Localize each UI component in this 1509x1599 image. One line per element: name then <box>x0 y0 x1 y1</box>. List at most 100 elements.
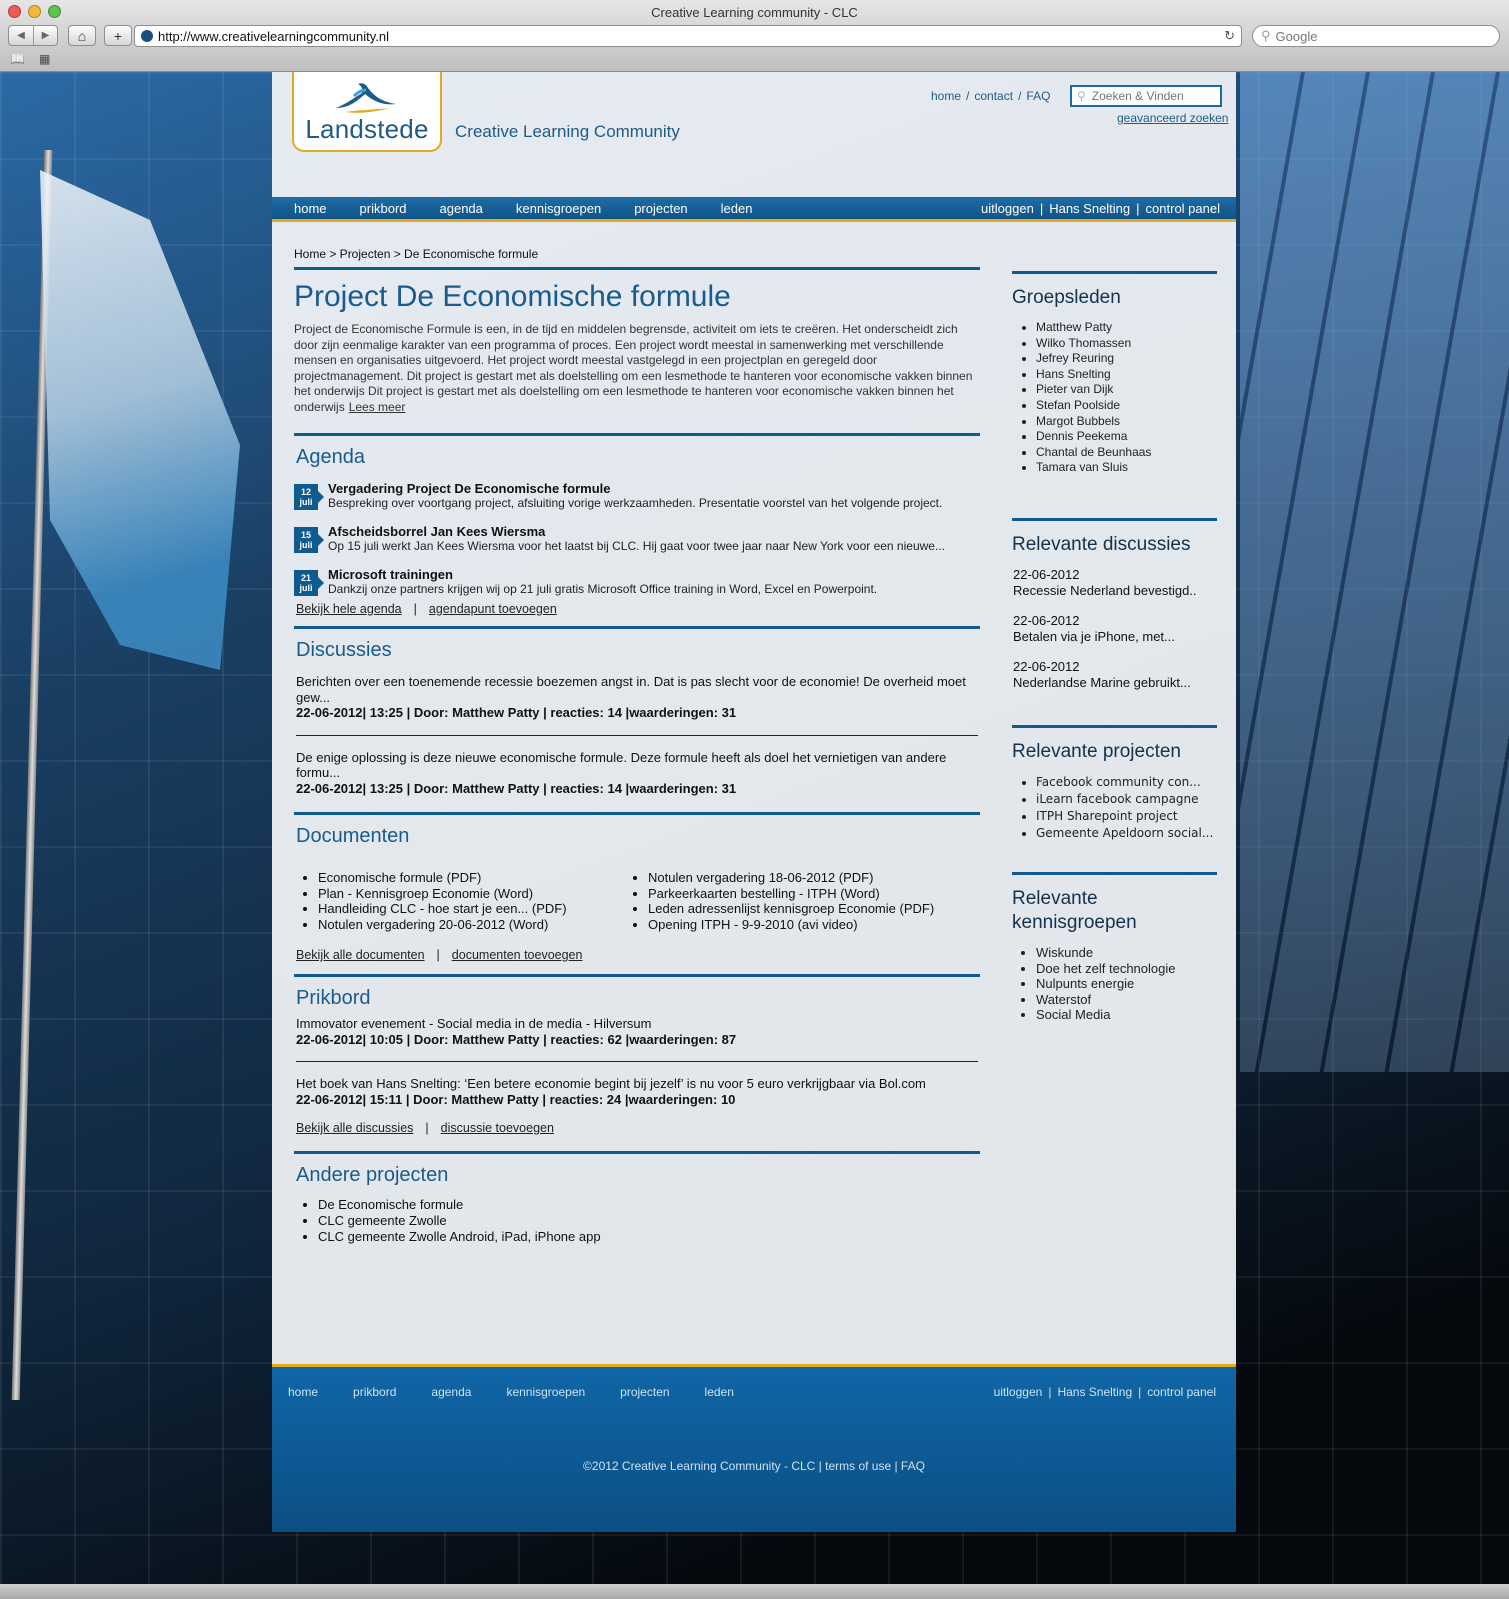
home-icon[interactable]: ⌂ <box>68 25 96 46</box>
calendar-icon: 12 juli <box>294 484 324 510</box>
add-discussion-link[interactable]: discussie toevoegen <box>441 1121 554 1135</box>
other-projects-heading: Andere projecten <box>296 1164 449 1186</box>
knowledge-group-link[interactable]: Waterstof <box>1036 992 1217 1008</box>
footer-control-panel-link[interactable]: control panel <box>1147 1385 1216 1399</box>
footer-user-profile-link[interactable]: Hans Snelting <box>1057 1385 1132 1399</box>
toplink-contact[interactable]: contact <box>974 89 1013 103</box>
nav-item-prikbord[interactable]: prikbord <box>360 201 407 216</box>
relevant-project-link[interactable]: Gemeente Apeldoorn social... <box>1036 825 1217 842</box>
project-link[interactable]: De Economische formule <box>318 1197 978 1213</box>
prikbord-item[interactable]: Immovator evenement - Social media in de… <box>296 1016 978 1047</box>
nav-item-projecten[interactable]: projecten <box>634 201 687 216</box>
member-link[interactable]: Wilko Thomassen <box>1036 336 1217 352</box>
agenda-heading: Agenda <box>296 446 365 468</box>
footer-nav-projecten[interactable]: projecten <box>620 1385 669 1399</box>
member-link[interactable]: Margot Bubbels <box>1036 414 1217 430</box>
footer-nav-home[interactable]: home <box>288 1385 318 1399</box>
relevant-discussion[interactable]: 22-06-2012 Nederlandse Marine gebruikt..… <box>1013 659 1217 691</box>
relevant-discussion[interactable]: 22-06-2012 Recessie Nederland bevestigd.… <box>1013 567 1217 599</box>
footer-nav-prikbord[interactable]: prikbord <box>353 1385 396 1399</box>
landstede-logo[interactable]: Landstede <box>292 72 442 152</box>
agenda-item[interactable]: 12 juli Vergadering Project De Economisch… <box>294 481 980 510</box>
member-link[interactable]: Tamara van Sluis <box>1036 460 1217 476</box>
project-link[interactable]: CLC gemeente Zwolle Android, iPad, iPhon… <box>318 1229 978 1245</box>
reload-icon[interactable]: ↻ <box>1224 28 1235 44</box>
document-link[interactable]: Parkeerkaarten bestelling - ITPH (Word) <box>648 886 956 902</box>
document-link[interactable]: Leden adressenlijst kennisgroep Economie… <box>648 901 956 917</box>
nav-item-leden[interactable]: leden <box>721 201 753 216</box>
document-link[interactable]: Opening ITPH - 9-9-2010 (avi video) <box>648 917 956 933</box>
add-documents-link[interactable]: documenten toevoegen <box>452 948 583 962</box>
view-agenda-link[interactable]: Bekijk hele agenda <box>296 602 402 616</box>
knowledge-group-link[interactable]: Nulpunts energie <box>1036 976 1217 992</box>
document-link[interactable]: Handleiding CLC - hoe start je een... (P… <box>318 901 626 917</box>
logout-link[interactable]: uitloggen <box>981 201 1034 216</box>
discussion-item[interactable]: Berichten over een toenemende recessie b… <box>296 674 978 721</box>
user-profile-link[interactable]: Hans Snelting <box>1049 201 1130 216</box>
relevant-project-link[interactable]: iLearn facebook campagne <box>1036 791 1217 808</box>
knowledge-group-link[interactable]: Doe het zelf technologie <box>1036 961 1217 977</box>
reading-list-icon[interactable]: 📖 <box>10 52 25 66</box>
address-bar[interactable]: http://www.creativelearningcommunity.nl … <box>134 25 1242 47</box>
prikbord-item[interactable]: Het boek van Hans Snelting: ‘Een betere … <box>296 1076 978 1107</box>
control-panel-link[interactable]: control panel <box>1146 201 1220 216</box>
view-discussions-link[interactable]: Bekijk alle discussies <box>296 1121 413 1135</box>
discussion-separator <box>296 734 978 736</box>
top-sites-icon[interactable]: ▦ <box>39 52 50 66</box>
forward-icon[interactable]: ▶ <box>33 26 57 45</box>
discussion-item[interactable]: De enige oplossing is deze nieuwe econom… <box>296 750 978 797</box>
divider <box>294 433 980 436</box>
relevant-project-link[interactable]: ITPH Sharepoint project <box>1036 808 1217 825</box>
back-icon[interactable]: ◀ <box>9 26 33 45</box>
link-separator: | <box>436 948 440 962</box>
add-agenda-item-link[interactable]: agendapunt toevoegen <box>429 602 557 616</box>
browser-search-input[interactable] <box>1275 28 1476 44</box>
nav-item-home[interactable]: home <box>294 201 327 216</box>
footer-nav-leden[interactable]: leden <box>705 1385 734 1399</box>
project-link[interactable]: CLC gemeente Zwolle <box>318 1213 978 1229</box>
agenda-month: juli <box>299 583 313 593</box>
nav-item-agenda[interactable]: agenda <box>440 201 483 216</box>
agenda-item[interactable]: 21 juli Microsoft trainingen Dankzij onze … <box>294 567 980 596</box>
footer-nav-agenda[interactable]: agenda <box>431 1385 471 1399</box>
search-icon: ⚲ <box>1261 28 1271 43</box>
knowledge-group-link[interactable]: Social Media <box>1036 1007 1217 1023</box>
agenda-desc: Dankzij onze partners krijgen wij op 21 … <box>328 582 878 596</box>
member-link[interactable]: Hans Snelting <box>1036 367 1217 383</box>
member-link[interactable]: Pieter van Dijk <box>1036 382 1217 398</box>
members-heading: Groepsleden <box>1012 287 1121 308</box>
agenda-item[interactable]: 15 juli Afscheidsborrel Jan Kees Wiersma O… <box>294 524 980 553</box>
nav-item-kennisgroepen[interactable]: kennisgroepen <box>516 201 601 216</box>
document-link[interactable]: Plan - Kennisgroep Economie (Word) <box>318 886 626 902</box>
agenda-desc: Bespreking over voortgang project, afslu… <box>328 496 943 510</box>
document-link[interactable]: Notulen vergadering 18-06-2012 (PDF) <box>648 870 956 886</box>
document-link[interactable]: Notulen vergadering 20-06-2012 (Word) <box>318 917 626 933</box>
browser-search[interactable]: ⚲ <box>1252 25 1500 47</box>
add-bookmark-icon[interactable]: + <box>104 25 132 46</box>
main-content: Home > Projecten > De Economische formul… <box>294 247 980 1245</box>
relevant-discussion[interactable]: 22-06-2012 Betalen via je iPhone, met... <box>1013 613 1217 645</box>
relevant-project-link[interactable]: Facebook community con... <box>1036 774 1217 791</box>
site-search-input[interactable] <box>1091 89 1212 103</box>
footer-nav-kennisgroepen[interactable]: kennisgroepen <box>506 1385 585 1399</box>
member-link[interactable]: Stefan Poolside <box>1036 398 1217 414</box>
knowledge-group-link[interactable]: Wiskunde <box>1036 945 1217 961</box>
agenda-day: 21 <box>300 573 311 583</box>
footer-logout-link[interactable]: uitloggen <box>994 1385 1043 1399</box>
advanced-search-link[interactable]: geavanceerd zoeken <box>1117 111 1228 125</box>
discussion-date: 22-06-2012 <box>1013 658 1080 674</box>
member-link[interactable]: Chantal de Beunhaas <box>1036 445 1217 461</box>
discussion-title: Betalen via je iPhone, met... <box>1013 628 1175 644</box>
prikbord-meta: 22-06-2012| 15:11 | Door: Matthew Patty … <box>296 1091 736 1107</box>
read-more-link[interactable]: Lees meer <box>349 400 406 414</box>
nav-separator: | <box>1048 1385 1052 1399</box>
view-documents-link[interactable]: Bekijk alle documenten <box>296 948 425 962</box>
member-link[interactable]: Jefrey Reuring <box>1036 351 1217 367</box>
member-link[interactable]: Dennis Peekema <box>1036 429 1217 445</box>
discussion-title: Recessie Nederland bevestigd.. <box>1013 582 1197 598</box>
site-tagline: Creative Learning Community <box>455 122 680 141</box>
document-link[interactable]: Economische formule (PDF) <box>318 870 626 886</box>
toplink-faq[interactable]: FAQ <box>1026 89 1050 103</box>
toplink-home[interactable]: home <box>931 89 961 103</box>
member-link[interactable]: Matthew Patty <box>1036 320 1217 336</box>
